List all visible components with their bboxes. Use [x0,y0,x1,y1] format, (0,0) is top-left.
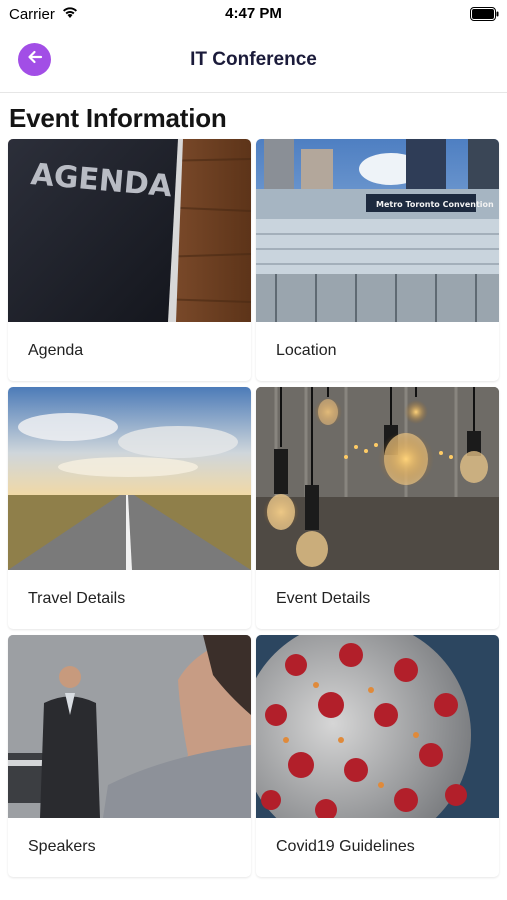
card-label-agenda: Agenda [28,342,84,359]
card-travel-details[interactable]: Travel Details [8,387,251,629]
card-location[interactable]: Metro Toronto Convention Location [256,139,499,381]
status-bar: Carrier 4:47 PM [0,0,507,30]
convention-centre-photo: Metro Toronto Convention [256,139,499,322]
card-event-details[interactable]: Event Details [256,387,499,629]
card-label-speakers: Speakers [28,838,96,855]
card-covid19-guidelines[interactable]: Covid19 Guidelines [256,635,499,877]
card-label-covid19-guidelines: Covid19 Guidelines [276,838,415,855]
battery-icon [470,7,499,21]
card-agenda[interactable]: AGENDA Agenda [8,139,251,381]
speaker-presenting-photo [8,635,251,818]
open-road-photo [8,387,251,570]
hanging-bulbs-photo [256,387,499,570]
card-speakers[interactable]: Speakers [8,635,251,877]
card-label-event-details: Event Details [276,590,371,607]
virus-photo [256,635,499,818]
svg-text:Metro Toronto Convention: Metro Toronto Convention [376,200,494,209]
agenda-book-photo: AGENDA [8,139,251,322]
page-title: IT Conference [190,49,317,70]
status-time: 4:47 PM [225,5,282,22]
card-label-location: Location [276,342,337,359]
section-title: Event Information [9,103,227,133]
card-label-travel-details: Travel Details [28,590,126,607]
navigation-bar: IT Conference [0,30,507,93]
